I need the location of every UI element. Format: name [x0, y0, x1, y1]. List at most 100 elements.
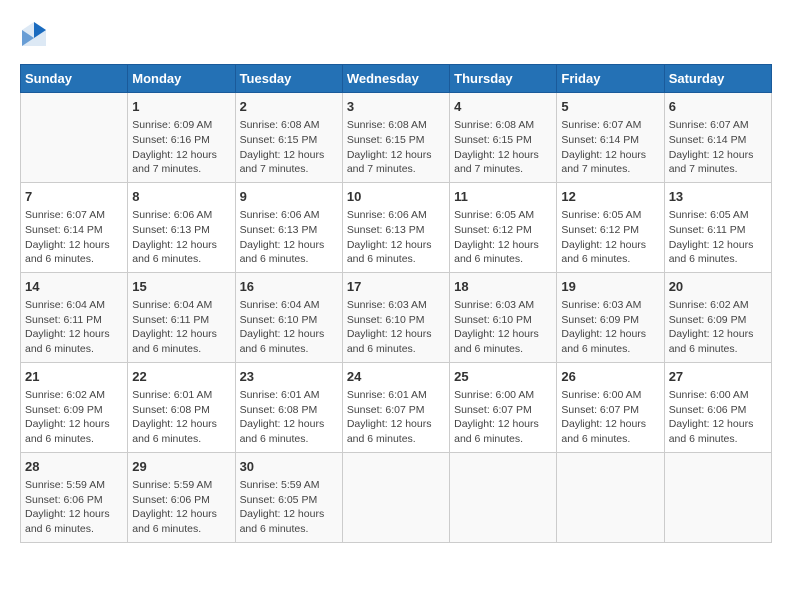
calendar-cell: 1 Sunrise: 6:09 AM Sunset: 6:16 PM Daylig…: [128, 93, 235, 183]
day-info: Sunrise: 6:03 AM Sunset: 6:10 PM Dayligh…: [347, 298, 445, 357]
day-info: Sunrise: 6:07 AM Sunset: 6:14 PM Dayligh…: [25, 208, 123, 267]
day-number: 21: [25, 368, 123, 386]
calendar-week-row: 7Sunrise: 6:07 AM Sunset: 6:14 PM Daylig…: [21, 182, 772, 272]
day-info: Sunrise: 6:02 AM Sunset: 6:09 PM Dayligh…: [669, 298, 767, 357]
day-number: 1: [132, 98, 230, 116]
calendar-cell: [450, 452, 557, 542]
calendar-cell: 29Sunrise: 5:59 AM Sunset: 6:06 PM Dayli…: [128, 452, 235, 542]
day-number: 20: [669, 278, 767, 296]
calendar-cell: 11 Sunrise: 6:05 AM Sunset: 6:12 PM Dayli…: [450, 182, 557, 272]
calendar-cell: 28Sunrise: 5:59 AM Sunset: 6:06 PM Dayli…: [21, 452, 128, 542]
page-header: [20, 20, 772, 48]
day-info: Sunrise: 6:07 AM Sunset: 6:14 PM Dayligh…: [669, 118, 767, 177]
day-number: 14: [25, 278, 123, 296]
column-header-tuesday: Tuesday: [235, 65, 342, 93]
calendar-cell: 16 Sunrise: 6:04 AM Sunset: 6:10 PM Dayli…: [235, 272, 342, 362]
day-number: 26: [561, 368, 659, 386]
calendar-cell: 12 Sunrise: 6:05 AM Sunset: 6:12 PM Dayli…: [557, 182, 664, 272]
day-number: 9: [240, 188, 338, 206]
day-info: Sunrise: 5:59 AM Sunset: 6:06 PM Dayligh…: [132, 478, 230, 537]
calendar-cell: 30 Sunrise: 5:59 AM Sunset: 6:05 PM Dayli…: [235, 452, 342, 542]
day-number: 16: [240, 278, 338, 296]
calendar-cell: 26 Sunrise: 6:00 AM Sunset: 6:07 PM Dayli…: [557, 362, 664, 452]
day-info: Sunrise: 6:02 AM Sunset: 6:09 PM Dayligh…: [25, 388, 123, 447]
day-number: 8: [132, 188, 230, 206]
column-header-monday: Monday: [128, 65, 235, 93]
day-info: Sunrise: 6:00 AM Sunset: 6:07 PM Dayligh…: [561, 388, 659, 447]
calendar-week-row: 14 Sunrise: 6:04 AM Sunset: 6:11 PM Dayli…: [21, 272, 772, 362]
day-number: 5: [561, 98, 659, 116]
day-number: 25: [454, 368, 552, 386]
day-number: 6: [669, 98, 767, 116]
calendar-cell: 23 Sunrise: 6:01 AM Sunset: 6:08 PM Dayli…: [235, 362, 342, 452]
day-number: 3: [347, 98, 445, 116]
calendar-cell: [664, 452, 771, 542]
day-number: 27: [669, 368, 767, 386]
calendar-cell: 15 Sunrise: 6:04 AM Sunset: 6:11 PM Dayli…: [128, 272, 235, 362]
day-info: Sunrise: 6:08 AM Sunset: 6:15 PM Dayligh…: [454, 118, 552, 177]
day-number: 4: [454, 98, 552, 116]
calendar-cell: 14 Sunrise: 6:04 AM Sunset: 6:11 PM Dayli…: [21, 272, 128, 362]
day-info: Sunrise: 6:04 AM Sunset: 6:10 PM Dayligh…: [240, 298, 338, 357]
logo: [20, 20, 52, 48]
calendar-header-row: SundayMondayTuesdayWednesdayThursdayFrid…: [21, 65, 772, 93]
day-number: 30: [240, 458, 338, 476]
day-info: Sunrise: 6:05 AM Sunset: 6:11 PM Dayligh…: [669, 208, 767, 267]
day-info: Sunrise: 6:08 AM Sunset: 6:15 PM Dayligh…: [240, 118, 338, 177]
day-info: Sunrise: 6:05 AM Sunset: 6:12 PM Dayligh…: [454, 208, 552, 267]
day-info: Sunrise: 6:01 AM Sunset: 6:08 PM Dayligh…: [132, 388, 230, 447]
day-info: Sunrise: 6:06 AM Sunset: 6:13 PM Dayligh…: [347, 208, 445, 267]
day-info: Sunrise: 6:01 AM Sunset: 6:07 PM Dayligh…: [347, 388, 445, 447]
day-info: Sunrise: 6:00 AM Sunset: 6:06 PM Dayligh…: [669, 388, 767, 447]
day-number: 17: [347, 278, 445, 296]
calendar-cell: 10Sunrise: 6:06 AM Sunset: 6:13 PM Dayli…: [342, 182, 449, 272]
day-info: Sunrise: 6:04 AM Sunset: 6:11 PM Dayligh…: [132, 298, 230, 357]
day-info: Sunrise: 6:01 AM Sunset: 6:08 PM Dayligh…: [240, 388, 338, 447]
day-number: 13: [669, 188, 767, 206]
day-info: Sunrise: 6:09 AM Sunset: 6:16 PM Dayligh…: [132, 118, 230, 177]
day-number: 23: [240, 368, 338, 386]
column-header-wednesday: Wednesday: [342, 65, 449, 93]
day-info: Sunrise: 6:06 AM Sunset: 6:13 PM Dayligh…: [240, 208, 338, 267]
day-number: 18: [454, 278, 552, 296]
calendar-table: SundayMondayTuesdayWednesdayThursdayFrid…: [20, 64, 772, 543]
day-number: 24: [347, 368, 445, 386]
calendar-cell: 27 Sunrise: 6:00 AM Sunset: 6:06 PM Dayli…: [664, 362, 771, 452]
calendar-cell: 5Sunrise: 6:07 AM Sunset: 6:14 PM Daylig…: [557, 93, 664, 183]
day-info: Sunrise: 6:05 AM Sunset: 6:12 PM Dayligh…: [561, 208, 659, 267]
calendar-week-row: 21 Sunrise: 6:02 AM Sunset: 6:09 PM Dayli…: [21, 362, 772, 452]
day-info: Sunrise: 6:04 AM Sunset: 6:11 PM Dayligh…: [25, 298, 123, 357]
day-number: 15: [132, 278, 230, 296]
day-info: Sunrise: 6:03 AM Sunset: 6:10 PM Dayligh…: [454, 298, 552, 357]
calendar-cell: 4 Sunrise: 6:08 AM Sunset: 6:15 PM Daylig…: [450, 93, 557, 183]
calendar-cell: 25 Sunrise: 6:00 AM Sunset: 6:07 PM Dayli…: [450, 362, 557, 452]
day-number: 12: [561, 188, 659, 206]
column-header-friday: Friday: [557, 65, 664, 93]
calendar-cell: 9 Sunrise: 6:06 AM Sunset: 6:13 PM Daylig…: [235, 182, 342, 272]
day-number: 28: [25, 458, 123, 476]
calendar-week-row: 28 Sunrise: 5:59 AM Sunset: 6:06 PM Dayli…: [21, 452, 772, 542]
calendar-cell: 7Sunrise: 6:07 AM Sunset: 6:14 PM Daylig…: [21, 182, 128, 272]
calendar-cell: 24 Sunrise: 6:01 AM Sunset: 6:07 PM Dayli…: [342, 362, 449, 452]
calendar-cell: 20 Sunrise: 6:02 AM Sunset: 6:09 PM Dayli…: [664, 272, 771, 362]
day-number: 2: [240, 98, 338, 116]
calendar-cell: 18 Sunrise: 6:03 AM Sunset: 6:10 PM Dayli…: [450, 272, 557, 362]
calendar-cell: 22 Sunrise: 6:01 AM Sunset: 6:08 PM Dayli…: [128, 362, 235, 452]
day-number: 22: [132, 368, 230, 386]
column-header-thursday: Thursday: [450, 65, 557, 93]
calendar-cell: 21 Sunrise: 6:02 AM Sunset: 6:09 PM Dayli…: [21, 362, 128, 452]
calendar-cell: 13 Sunrise: 6:05 AM Sunset: 6:11 PM Dayli…: [664, 182, 771, 272]
calendar-cell: 3 Sunrise: 6:08 AM Sunset: 6:15 PM Daylig…: [342, 93, 449, 183]
calendar-cell: [342, 452, 449, 542]
column-header-sunday: Sunday: [21, 65, 128, 93]
day-info: Sunrise: 6:00 AM Sunset: 6:07 PM Dayligh…: [454, 388, 552, 447]
calendar-cell: 2 Sunrise: 6:08 AM Sunset: 6:15 PM Daylig…: [235, 93, 342, 183]
day-info: Sunrise: 6:08 AM Sunset: 6:15 PM Dayligh…: [347, 118, 445, 177]
calendar-cell: [21, 93, 128, 183]
calendar-cell: 6 Sunrise: 6:07 AM Sunset: 6:14 PM Daylig…: [664, 93, 771, 183]
column-header-saturday: Saturday: [664, 65, 771, 93]
calendar-cell: [557, 452, 664, 542]
day-info: Sunrise: 5:59 AM Sunset: 6:05 PM Dayligh…: [240, 478, 338, 537]
day-number: 19: [561, 278, 659, 296]
day-number: 11: [454, 188, 552, 206]
